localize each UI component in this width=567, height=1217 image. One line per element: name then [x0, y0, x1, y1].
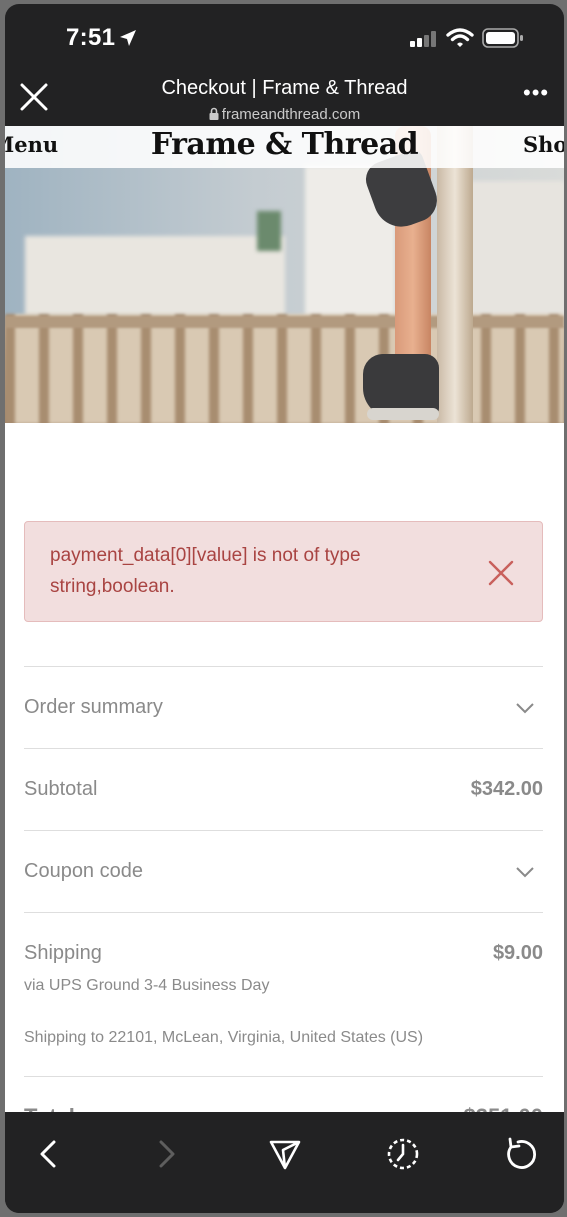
shipping-method: via UPS Ground 3-4 Business Day [24, 977, 270, 994]
total-value: $351.00 [463, 1104, 543, 1112]
subtotal-label: Subtotal [24, 778, 98, 800]
shipping-row: Shipping $9.00 via UPS Ground 3-4 Busine… [24, 912, 543, 1077]
more-options-button[interactable]: ••• [523, 80, 549, 106]
order-summary-row[interactable]: Order summary [24, 666, 543, 749]
web-content: Menu Frame & Thread Shop payment_data[0]… [5, 126, 564, 1112]
coupon-row[interactable]: Coupon code [24, 830, 543, 913]
browser-toolbar [5, 1112, 564, 1213]
location-arrow-icon [118, 28, 138, 53]
coupon-label: Coupon code [24, 860, 143, 882]
browser-header: Checkout | Frame & Thread frameandthread… [5, 70, 564, 126]
hero-image: Menu Frame & Thread Shop [5, 126, 564, 423]
status-bar: 7:51 [5, 4, 564, 70]
order-summary-label: Order summary [24, 696, 163, 718]
forward-icon[interactable] [145, 1134, 185, 1174]
site-header: Menu Frame & Thread Shop [5, 126, 564, 168]
reload-icon[interactable] [502, 1134, 542, 1174]
chevron-down-icon [516, 867, 534, 878]
send-icon[interactable] [265, 1134, 305, 1174]
signal-icon [410, 31, 438, 52]
shipping-value: $9.00 [492, 942, 543, 964]
battery-icon [482, 28, 524, 53]
url-text: frameandthread.com [221, 106, 361, 123]
chevron-down-icon [516, 703, 534, 714]
phone-screen: 7:51 Checkout | Frame & Thread frameandt… [5, 4, 564, 1213]
dismiss-error-icon[interactable] [488, 560, 514, 586]
page-title: Checkout | Frame & Thread [161, 77, 408, 99]
site-logo[interactable]: Frame & Thread [5, 127, 564, 162]
history-icon[interactable] [383, 1134, 423, 1174]
status-time: 7:51 [66, 24, 116, 51]
shipping-label: Shipping [24, 942, 102, 964]
total-label: Total [24, 1104, 75, 1112]
url-bar[interactable]: frameandthread.com [5, 106, 564, 123]
wifi-icon [446, 27, 474, 54]
subtotal-value: $342.00 [470, 778, 543, 800]
error-alert: payment_data[0][value] is not of type st… [24, 521, 543, 622]
shipping-destination: Shipping to 22101, McLean, Virginia, Uni… [24, 1029, 424, 1046]
subtotal-row: Subtotal $342.00 [24, 748, 543, 831]
lock-icon [209, 107, 219, 120]
error-message: payment_data[0][value] is not of type st… [50, 545, 361, 597]
back-icon[interactable] [30, 1134, 70, 1174]
site-shop-link[interactable]: Shop [523, 132, 564, 157]
home-indicator[interactable] [185, 1096, 385, 1102]
total-divider [24, 1076, 543, 1078]
